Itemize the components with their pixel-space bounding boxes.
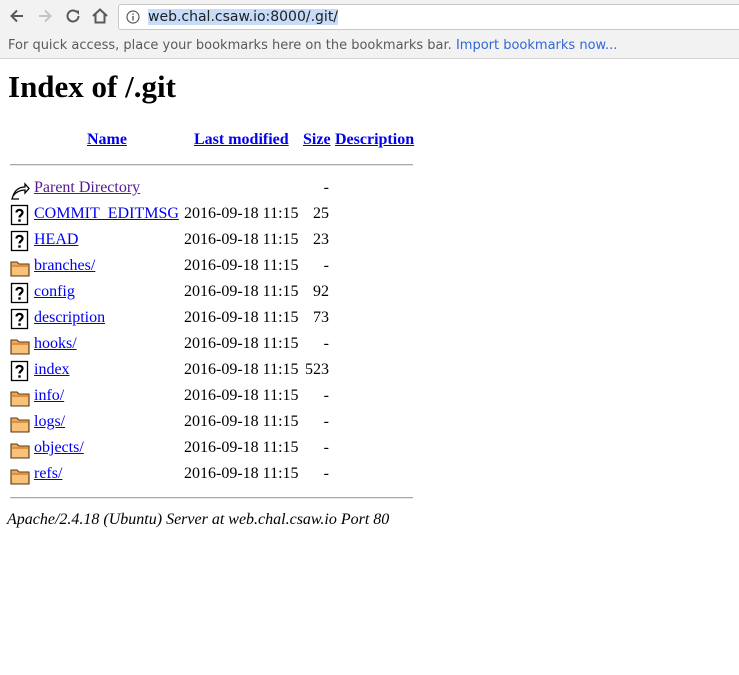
import-bookmarks-link[interactable]: Import bookmarks now... [456, 38, 617, 53]
table-row: info/2016-09-18 11:15 - [0, 384, 420, 408]
parent-directory-link[interactable]: Parent Directory [34, 179, 140, 197]
column-header-description: Description [335, 131, 414, 149]
page-title: Index of /.git [8, 69, 176, 104]
unknown-file-icon [10, 360, 29, 382]
bookmarks-hint: For quick access, place your bookmarks h… [8, 38, 452, 53]
table-row: COMMIT_EDITMSG 2016-09-18 11:15 25 [0, 202, 420, 226]
folder-icon [10, 261, 30, 277]
entry-size: - [323, 387, 329, 404]
bookmarks-bar: For quick access, place your bookmarks h… [0, 34, 739, 59]
entry-modified: 2016-09-18 11:15 [184, 257, 299, 274]
forward-arrow-icon [39, 9, 52, 23]
entry-link[interactable]: logs/ [34, 413, 65, 431]
back-arrow-icon [10, 9, 23, 23]
folder-icon [10, 339, 30, 355]
folder-icon [10, 391, 30, 407]
table-row: hooks/2016-09-18 11:15 - [0, 332, 420, 356]
entry-size: - [323, 257, 329, 274]
entry-link[interactable]: refs/ [34, 465, 62, 483]
entry-link[interactable]: COMMIT_EDITMSG [34, 205, 179, 223]
unknown-file-icon [10, 308, 29, 330]
reload-button[interactable] [62, 5, 84, 27]
entry-link[interactable]: index [34, 361, 70, 379]
entry-size: 23 [313, 231, 329, 248]
table-row: objects/2016-09-18 11:15 - [0, 436, 420, 460]
folder-icon [10, 443, 30, 459]
home-button[interactable] [89, 5, 111, 27]
parent-size: - [323, 179, 329, 196]
server-signature: Apache/2.4.18 (Ubuntu) Server at web.cha… [7, 511, 390, 528]
entry-modified: 2016-09-18 11:15 [184, 231, 299, 248]
sort-by-name-link[interactable]: Name [87, 131, 127, 148]
forward-button[interactable] [34, 5, 56, 27]
sort-by-description-link[interactable]: Description [335, 131, 414, 148]
table-row: config 2016-09-18 11:15 92 [0, 280, 420, 304]
entry-size: 92 [313, 283, 329, 300]
column-header-last-modified: Last modified [194, 131, 289, 149]
entry-modified: 2016-09-18 11:15 [184, 465, 299, 482]
entry-link[interactable]: info/ [34, 387, 64, 405]
entry-size: - [323, 465, 329, 482]
entry-link[interactable]: HEAD [34, 231, 78, 249]
back-button[interactable] [6, 5, 28, 27]
parent-directory-row: Parent Directory - [0, 176, 420, 200]
info-icon[interactable] [126, 10, 140, 24]
entry-size: - [323, 335, 329, 352]
entry-modified: 2016-09-18 11:15 [184, 413, 299, 430]
back-arrow-icon [11, 182, 30, 200]
table-row: index 2016-09-18 11:15 523 [0, 358, 420, 382]
url-text[interactable]: web.chal.csaw.io:8000/.git/ [148, 8, 339, 26]
address-bar[interactable]: web.chal.csaw.io:8000/.git/ [118, 4, 739, 30]
entry-modified: 2016-09-18 11:15 [184, 283, 299, 300]
entry-size: 523 [305, 361, 329, 378]
footer-divider [10, 497, 413, 499]
table-row: refs/2016-09-18 11:15 - [0, 462, 420, 486]
sort-by-size-link[interactable]: Size [303, 131, 331, 148]
unknown-file-icon [10, 282, 29, 304]
entry-modified: 2016-09-18 11:15 [184, 361, 299, 378]
url-selection: web.chal.csaw.io:8000/.git/ [148, 9, 339, 25]
entry-link[interactable]: description [34, 309, 105, 327]
entry-modified: 2016-09-18 11:15 [184, 439, 299, 456]
entry-modified: 2016-09-18 11:15 [184, 335, 299, 352]
entry-modified: 2016-09-18 11:15 [184, 205, 299, 222]
table-row: description 2016-09-18 11:15 73 [0, 306, 420, 330]
table-row: branches/2016-09-18 11:15 - [0, 254, 420, 278]
table-row: logs/2016-09-18 11:15 - [0, 410, 420, 434]
entry-link[interactable]: config [34, 283, 75, 301]
column-header-name: Name [87, 131, 127, 149]
browser-toolbar: web.chal.csaw.io:8000/.git/ [0, 0, 739, 34]
column-header-size: Size [303, 131, 331, 149]
entry-link[interactable]: objects/ [34, 439, 84, 457]
entry-size: 73 [313, 309, 329, 326]
entry-modified: 2016-09-18 11:15 [184, 387, 299, 404]
unknown-file-icon [10, 204, 29, 226]
sort-by-last-modified-link[interactable]: Last modified [194, 131, 289, 148]
entry-size: - [323, 439, 329, 456]
entry-size: 25 [313, 205, 329, 222]
table-row: HEAD 2016-09-18 11:15 23 [0, 228, 420, 252]
unknown-file-icon [10, 230, 29, 252]
header-divider [10, 164, 413, 166]
home-icon [92, 8, 108, 24]
entry-link[interactable]: hooks/ [34, 335, 77, 353]
bookmarks-message: For quick access, place your bookmarks h… [8, 34, 617, 58]
entry-link[interactable]: branches/ [34, 257, 95, 275]
folder-icon [10, 417, 30, 433]
folder-icon [10, 469, 30, 485]
reload-icon [66, 9, 80, 23]
entry-size: - [323, 413, 329, 430]
entry-modified: 2016-09-18 11:15 [184, 309, 299, 326]
